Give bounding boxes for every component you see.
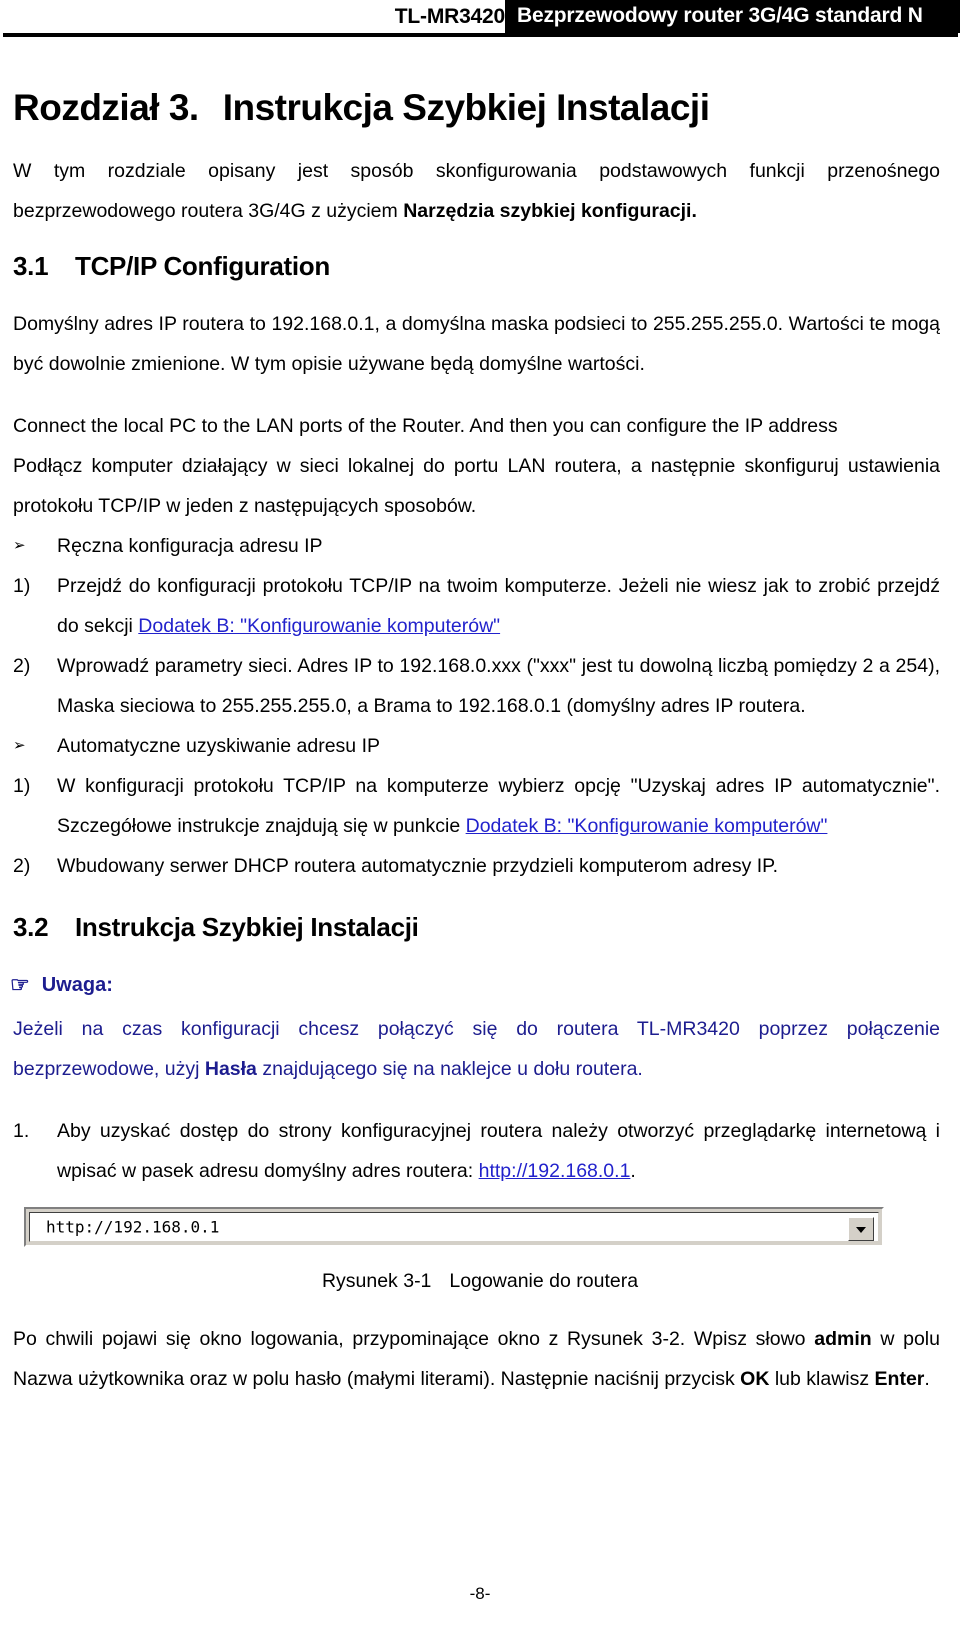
list-marker: 1) <box>13 574 31 597</box>
note-bold-haslo: Hasła <box>204 1057 257 1080</box>
list-item-text: Wprowadź parametry sieci. Adres IP to 19… <box>57 654 940 717</box>
figure-caption: Rysunek 3-1 Logowanie do routera <box>0 1265 960 1297</box>
header-product-band: Bezprzewodowy router 3G/4G standard N <box>505 0 960 33</box>
section-3-1-paragraph-2-pl: Podłącz komputer działający w sieci loka… <box>13 454 940 517</box>
closing-bold-admin: admin <box>814 1327 872 1350</box>
note-heading: ☞ Uwaga: <box>10 969 960 1001</box>
list-item: 1) Przejdź do konfiguracji protokołu TCP/… <box>13 566 940 646</box>
closing-part-1: Po chwili pojawi się okno logowania, prz… <box>13 1327 815 1350</box>
page-header: TL-MR3420 Bezprzewodowy router 3G/4G sta… <box>0 0 960 37</box>
arrow-bullet-icon: ➢ <box>13 536 26 554</box>
list-item: 2) Wbudowany serwer DHCP routera automaty… <box>13 846 940 886</box>
section-3-1-paragraph-1: Domyślny adres IP routera to 192.168.0.1… <box>13 312 940 375</box>
address-bar-field[interactable]: http://192.168.0.1 <box>29 1211 879 1242</box>
chapter-intro-paragraph: W tym rozdziale opisany jest sposób skon… <box>13 151 940 231</box>
auto-config-bullet: ➢ Automatyczne uzyskiwanie adresu IP <box>13 726 940 766</box>
closing-bold-enter: Enter <box>874 1367 925 1390</box>
section-3-1-heading: 3.1 TCP/IP Configuration <box>13 251 960 282</box>
chapter-intro-bold: Narzędzia szybkiej konfiguracji. <box>403 199 697 222</box>
figure-number: Rysunek 3-1 <box>321 1269 432 1292</box>
chapter-heading: Rozdział 3. Instrukcja Szybkiej Instalacj… <box>13 46 960 129</box>
page-body: Rozdział 3. Instrukcja Szybkiej Instalacj… <box>0 46 960 1399</box>
section-3-1-paragraph-2-en: Connect the local PC to the LAN ports of… <box>13 414 838 437</box>
list-marker: 1) <box>13 774 31 797</box>
section-3-2-number: 3.2 <box>13 911 49 942</box>
arrow-bullet-icon: ➢ <box>13 736 26 754</box>
section-3-1-title: TCP/IP Configuration <box>75 250 330 281</box>
list-marker: 2) <box>13 854 31 877</box>
page-number: -8- <box>469 1584 491 1603</box>
step-marker: 1. <box>13 1119 30 1142</box>
address-bar-value: http://192.168.0.1 <box>46 1217 220 1237</box>
list-item: 2) Wprowadź parametry sieci. Adres IP to … <box>13 646 940 726</box>
link-router-address[interactable]: http://192.168.0.1 <box>479 1160 631 1182</box>
note-heading-label: Uwaga: <box>41 973 113 996</box>
manual-config-bullet: ➢ Ręczna konfiguracja adresu IP <box>13 526 940 566</box>
figure-caption-text: Logowanie do routera <box>449 1269 639 1292</box>
note-paragraph: Jeżeli na czas konfiguracji chcesz połąc… <box>13 1009 940 1089</box>
step-item-1: 1. Aby uzyskać dostęp do strony konfigura… <box>13 1111 940 1191</box>
figure-login-screenshot: http://192.168.0.1 <box>0 1206 960 1247</box>
auto-config-bullet-label: Automatyczne uzyskiwanie adresu IP <box>57 734 380 757</box>
chevron-down-icon[interactable] <box>848 1216 874 1241</box>
closing-part-3: lub klawisz <box>769 1367 875 1390</box>
header-model-name: TL-MR3420 <box>394 5 505 28</box>
note-text-after: znajdującego się na naklejce u dołu rout… <box>256 1057 643 1080</box>
section-3-2-heading: 3.2 Instrukcja Szybkiej Instalacji <box>13 912 960 943</box>
list-item: 1) W konfiguracji protokołu TCP/IP na kom… <box>13 766 940 846</box>
chapter-title-text: Instrukcja Szybkiej Instalacji <box>222 87 710 128</box>
link-dodatek-b-1[interactable]: Dodatek B: "Konfigurowanie komputerów" <box>138 615 500 637</box>
chapter-number: Rozdział 3. <box>13 87 199 128</box>
pointing-hand-icon: ☞ <box>10 971 30 997</box>
list-item-text: Wbudowany serwer DHCP routera automatycz… <box>57 854 779 877</box>
link-dodatek-b-2[interactable]: Dodatek B: "Konfigurowanie komputerów" <box>466 815 828 837</box>
closing-part-4: . <box>924 1367 930 1390</box>
closing-paragraph: Po chwili pojawi się okno logowania, prz… <box>13 1319 940 1399</box>
section-3-2-title: Instrukcja Szybkiej Instalacji <box>75 911 419 942</box>
section-3-1-number: 3.1 <box>13 250 49 281</box>
header-product-name: Bezprzewodowy router 3G/4G standard N <box>517 4 923 27</box>
step-text-after: . <box>630 1159 636 1182</box>
manual-config-bullet-label: Ręczna konfiguracja adresu IP <box>57 534 323 557</box>
header-rule <box>3 33 958 37</box>
browser-address-bar[interactable]: http://192.168.0.1 <box>24 1206 884 1247</box>
closing-bold-ok: OK <box>740 1367 770 1390</box>
list-marker: 2) <box>13 654 31 677</box>
